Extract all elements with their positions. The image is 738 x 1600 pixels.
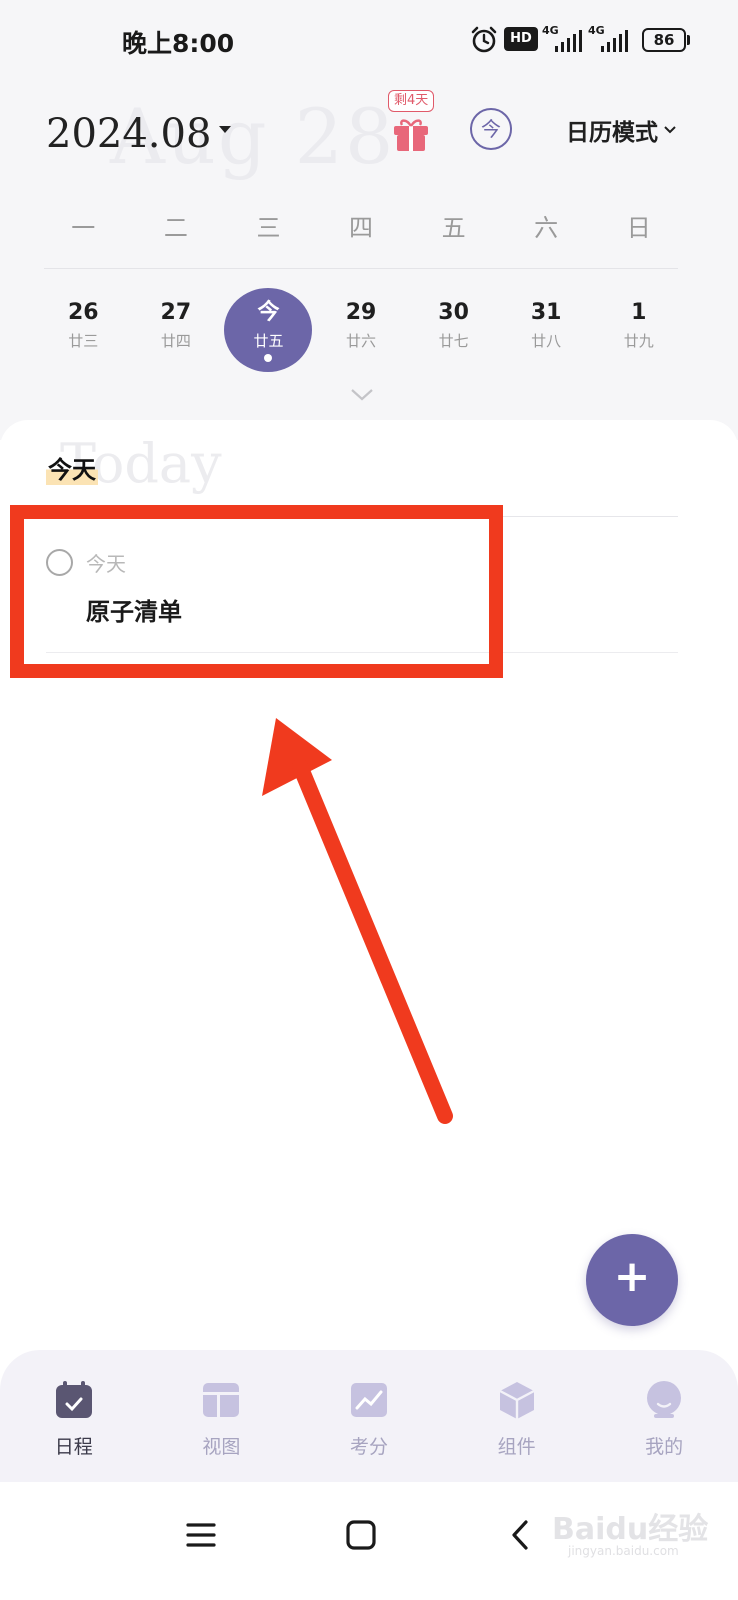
tab-views[interactable]: 视图 bbox=[148, 1380, 296, 1482]
divider bbox=[46, 516, 678, 517]
lunar-date: 廿五 bbox=[253, 332, 284, 350]
gift-icon bbox=[394, 119, 428, 151]
day-number: 31 bbox=[530, 300, 562, 325]
weekday-label: 三 bbox=[256, 214, 281, 242]
day-cell[interactable]: 30 廿七 bbox=[407, 288, 500, 376]
expand-chevron-icon[interactable] bbox=[350, 388, 374, 402]
day-cell[interactable]: 26 廿三 bbox=[37, 288, 130, 376]
month-text: 2024.08 bbox=[46, 111, 212, 157]
weekday-label: 日 bbox=[626, 214, 651, 242]
month-picker[interactable]: 2024.08 bbox=[46, 106, 232, 162]
tab-label: 日程 bbox=[54, 1436, 93, 1458]
alarm-icon bbox=[471, 26, 497, 53]
tab-label: 我的 bbox=[645, 1436, 684, 1458]
tab-label: 视图 bbox=[202, 1436, 241, 1458]
baidu-watermark: Baidu经验 bbox=[552, 1512, 709, 1547]
chart-icon bbox=[350, 1383, 387, 1417]
day-cell[interactable]: 31 廿八 bbox=[500, 288, 593, 376]
day-cell[interactable]: 29 廿六 bbox=[315, 288, 408, 376]
menu-icon[interactable] bbox=[184, 1518, 218, 1552]
weekday-header: 一 二 三 四 五 六 日 bbox=[37, 208, 685, 248]
task-item[interactable]: 今天 原子清单 bbox=[46, 540, 678, 640]
divider bbox=[46, 652, 678, 653]
mode-label: 日历模式 bbox=[566, 120, 658, 146]
weekday-label: 二 bbox=[163, 214, 188, 242]
signal-icon bbox=[555, 30, 582, 52]
caret-down-icon bbox=[219, 125, 232, 133]
week-days-row: 26 廿三 27 廿四 今 廿五 29 廿六 30 廿七 31 廿八 1 廿九 bbox=[37, 288, 685, 376]
tab-widgets[interactable]: 组件 bbox=[443, 1380, 591, 1482]
battery-icon: 86 bbox=[642, 28, 686, 52]
lunar-date: 廿九 bbox=[623, 332, 654, 350]
lunar-date: 廿八 bbox=[531, 332, 562, 350]
day-number: 今 bbox=[257, 300, 280, 325]
weekday-label: 五 bbox=[441, 214, 466, 242]
day-number: 27 bbox=[160, 300, 192, 325]
chevron-down-icon bbox=[664, 126, 676, 134]
signal-icon bbox=[601, 30, 628, 52]
weekday-label: 四 bbox=[349, 214, 374, 242]
gift-button[interactable]: 剩4天 bbox=[386, 90, 436, 156]
day-number: 1 bbox=[631, 300, 647, 325]
baidu-watermark-url: jingyan.baidu.com bbox=[568, 1544, 679, 1558]
lunar-date: 廿七 bbox=[438, 332, 469, 350]
lunar-date: 廿六 bbox=[346, 332, 377, 350]
day-number: 26 bbox=[67, 300, 99, 325]
system-navigation-bar: Baidu经验 jingyan.baidu.com bbox=[0, 1482, 738, 1600]
today-button[interactable]: 今 bbox=[470, 108, 512, 150]
day-cell[interactable]: 1 廿九 bbox=[592, 288, 685, 376]
home-icon[interactable] bbox=[344, 1518, 378, 1552]
cube-icon bbox=[499, 1382, 535, 1419]
status-bar: 晚上8:00 HD 4G 4G 86 bbox=[0, 0, 738, 80]
tab-mine[interactable]: 我的 bbox=[590, 1380, 738, 1482]
lunar-date: 廿四 bbox=[160, 332, 191, 350]
tab-label: 考分 bbox=[349, 1436, 388, 1458]
divider bbox=[44, 268, 678, 269]
battery-cap bbox=[687, 35, 690, 45]
day-number: 29 bbox=[345, 300, 377, 325]
section-title: 今天 bbox=[46, 450, 98, 485]
hd-badge: HD bbox=[504, 27, 538, 51]
day-cell[interactable]: 27 廿四 bbox=[130, 288, 223, 376]
gift-countdown-badge: 剩4天 bbox=[388, 90, 435, 112]
lunar-date: 廿三 bbox=[68, 332, 99, 350]
weekday-label: 一 bbox=[71, 214, 96, 242]
calendar-mode-dropdown[interactable]: 日历模式 bbox=[566, 114, 676, 146]
weekday-label: 六 bbox=[534, 214, 559, 242]
tab-score[interactable]: 考分 bbox=[295, 1380, 443, 1482]
avatar-icon bbox=[647, 1381, 682, 1418]
bottom-tab-bar: 日程 视图 考分 组件 我的 bbox=[0, 1350, 738, 1482]
day-cell-selected[interactable]: 今 廿五 bbox=[222, 288, 315, 376]
back-icon[interactable] bbox=[504, 1518, 538, 1552]
task-date: 今天 bbox=[86, 552, 126, 576]
tab-schedule[interactable]: 日程 bbox=[0, 1380, 148, 1482]
tab-label: 组件 bbox=[497, 1436, 536, 1458]
status-time: 晚上8:00 bbox=[122, 29, 235, 58]
day-number: 30 bbox=[438, 300, 469, 325]
task-checkbox[interactable] bbox=[46, 549, 73, 576]
calendar-icon bbox=[55, 1381, 92, 1418]
task-title: 原子清单 bbox=[86, 598, 182, 626]
add-task-button[interactable]: + bbox=[586, 1234, 678, 1326]
layout-icon bbox=[203, 1383, 240, 1417]
